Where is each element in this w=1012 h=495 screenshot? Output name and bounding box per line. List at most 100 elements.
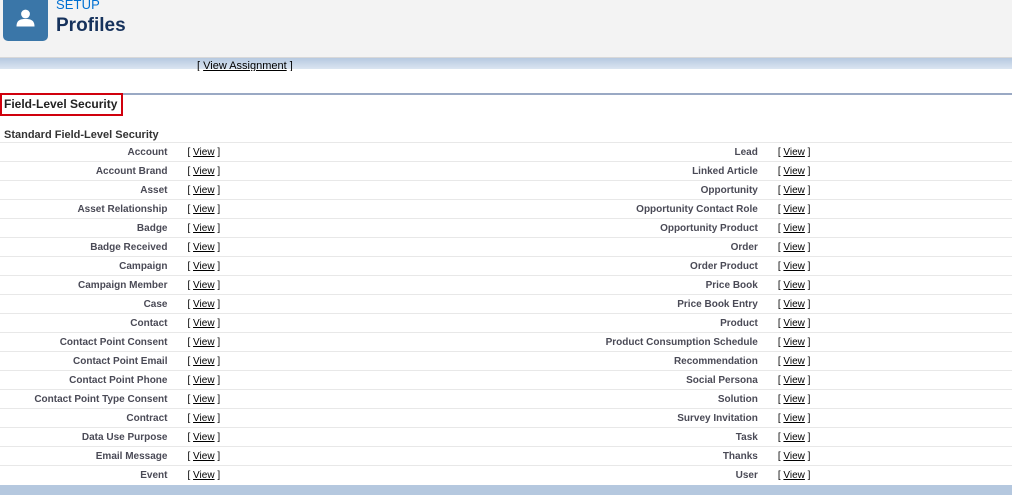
view-link[interactable]: View [783,280,805,291]
table-row: Badge Received[ View ] Order[ View ] [0,237,1012,257]
view-link[interactable]: View [783,375,805,386]
view-link[interactable]: View [193,261,215,272]
view-link[interactable]: View [783,299,805,310]
section-band [0,58,1012,69]
setup-breadcrumb[interactable]: SETUP [56,0,100,12]
view-link[interactable]: View [193,299,215,310]
object-label: Contact [130,317,168,329]
object-label: Data Use Purpose [81,431,168,443]
object-label: Contact Point Type Consent [34,393,168,405]
view-link[interactable]: View [783,413,805,424]
object-label: Asset [140,184,168,196]
object-label: Asset Relationship [77,203,168,215]
section-divider [0,93,1012,95]
view-link[interactable]: View [783,337,805,348]
view-link[interactable]: View [783,261,805,272]
object-label: Social Persona [686,374,758,386]
view-link[interactable]: View [783,242,805,253]
view-link[interactable]: View [783,451,805,462]
table-row: Data Use Purpose[ View ] Task[ View ] [0,427,1012,447]
object-label: Product Consumption Schedule [605,336,758,348]
view-link[interactable]: View [783,147,805,158]
view-link[interactable]: View [193,413,215,424]
view-assignment-link-row: [ View Assignment ] [197,61,293,71]
object-label: Email Message [95,450,168,462]
table-row: Event[ View ] User[ View ] [0,465,1012,484]
section-subtitle: Standard Field-Level Security [4,129,159,141]
view-link[interactable]: View [193,356,215,367]
table-row: Campaign[ View ] Order Product[ View ] [0,256,1012,276]
object-label: User [735,469,758,481]
view-link[interactable]: View [193,242,215,253]
table-row: Account[ View ] Lead[ View ] [0,142,1012,162]
page-header: SETUP Profiles [0,0,1012,58]
table-row: Contact Point Email[ View ] Recommendatio… [0,351,1012,371]
object-label: Price Book [705,279,758,291]
view-link[interactable]: View [193,185,215,196]
view-link[interactable]: View [193,394,215,405]
view-link[interactable]: View [783,470,805,481]
page-title: Profiles [56,15,126,36]
object-label: Badge [136,222,168,234]
view-link[interactable]: View [193,470,215,481]
view-link[interactable]: View [783,223,805,234]
view-link[interactable]: View [193,375,215,386]
view-assignment-link[interactable]: View Assignment [203,61,287,71]
object-label: Lead [734,146,758,158]
view-link[interactable]: View [193,451,215,462]
view-link[interactable]: View [783,432,805,443]
view-link[interactable]: View [193,432,215,443]
object-label: Survey Invitation [677,412,758,424]
table-row: Asset Relationship[ View ] Opportunity Co… [0,199,1012,219]
object-label: Linked Article [692,165,758,177]
object-label: Account Brand [95,165,168,177]
table-row: Contact Point Phone[ View ] Social Person… [0,370,1012,390]
view-link[interactable]: View [193,223,215,234]
view-link[interactable]: View [783,394,805,405]
view-link[interactable]: View [193,204,215,215]
view-link[interactable]: View [193,147,215,158]
table-row: Contract[ View ] Survey Invitation[ View … [0,408,1012,428]
field-level-security-table: Account[ View ] Lead[ View ] Account Brand… [0,142,1012,484]
object-label: Price Book Entry [677,298,758,310]
view-link[interactable]: View [783,356,805,367]
view-link[interactable]: View [193,318,215,329]
object-label: Contact Point Email [73,355,168,367]
object-label: Opportunity Contact Role [636,203,758,215]
view-link[interactable]: View [783,318,805,329]
view-link[interactable]: View [783,204,805,215]
user-icon [16,9,35,27]
object-label: Order [730,241,758,253]
object-label: Opportunity [700,184,758,196]
object-label: Task [735,431,758,443]
table-row: Badge[ View ] Opportunity Product[ View ] [0,218,1012,238]
object-label: Order Product [690,260,758,272]
view-link[interactable]: View [193,166,215,177]
object-label: Contract [126,412,168,424]
table-row: Contact[ View ] Product[ View ] [0,313,1012,333]
table-row: Contact Point Type Consent[ View ] Soluti… [0,389,1012,409]
object-label: Contact Point Consent [59,336,168,348]
view-link[interactable]: View [783,185,805,196]
view-link[interactable]: View [783,166,805,177]
object-label: Campaign [119,260,168,272]
footer-band [0,485,1012,495]
table-row: Case[ View ] Price Book Entry[ View ] [0,294,1012,314]
table-row: Contact Point Consent[ View ] Product Con… [0,332,1012,352]
table-row: Email Message[ View ] Thanks[ View ] [0,446,1012,466]
view-link[interactable]: View [193,280,215,291]
view-link[interactable]: View [193,337,215,348]
object-label: Case [143,298,168,310]
section-title: Field-Level Security [0,93,124,116]
object-label: Product [720,317,758,329]
profiles-header-icon [3,0,48,41]
object-label: Event [140,469,168,481]
object-label: Campaign Member [78,279,168,291]
table-row: Asset[ View ] Opportunity[ View ] [0,180,1012,200]
object-label: Solution [717,393,758,405]
object-label: Recommendation [673,355,758,367]
table-row: Account Brand[ View ] Linked Article[ Vie… [0,161,1012,181]
object-label: Contact Point Phone [69,374,168,386]
table-row: Campaign Member[ View ] Price Book[ View … [0,275,1012,295]
object-label: Account [127,146,168,158]
